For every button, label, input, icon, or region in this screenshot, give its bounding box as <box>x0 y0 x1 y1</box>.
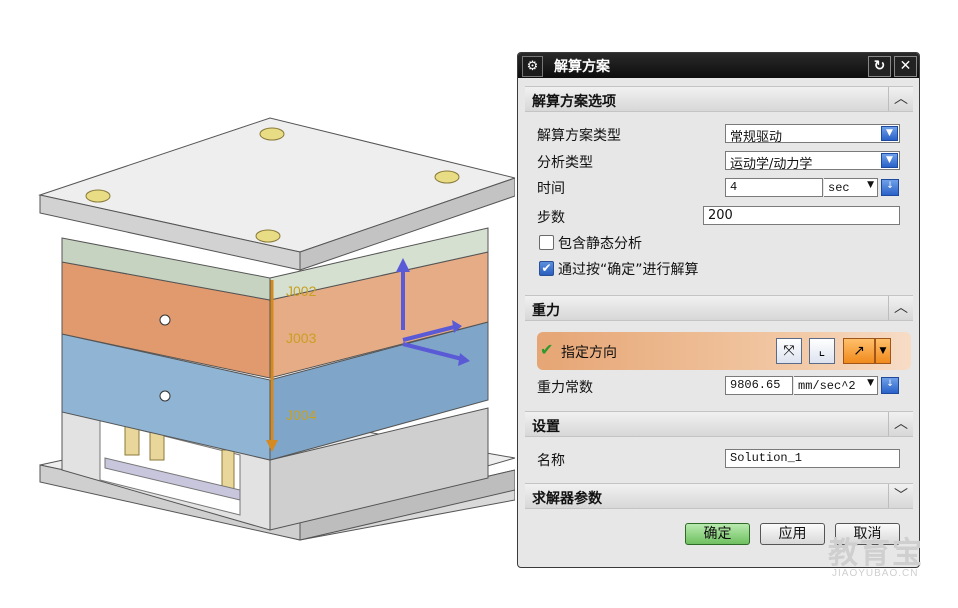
steps-label: 步数 <box>537 210 565 226</box>
section-header-solver-parameters[interactable]: 求解器参数 ﹀ <box>525 483 913 509</box>
solution-dialog: ⚙ 解算方案 ↻ ✕ 解算方案选项 ︿ 解算方案类型 常规驱动 ▼ 分析类型 运… <box>517 52 920 568</box>
small-dropdown-icon: ▼ <box>867 378 874 388</box>
steps-value: 200 <box>708 208 733 223</box>
solution-type-label: 解算方案类型 <box>537 128 621 144</box>
section-title-solver-parameters: 求解器参数 <box>532 491 602 507</box>
steps-input[interactable]: 200 <box>703 206 900 225</box>
dropdown-arrow-icon[interactable]: ▼ <box>881 153 898 168</box>
gravity-unit-select[interactable]: mm/sec^2 ▼ <box>794 376 878 395</box>
solution-type-select[interactable]: 常规驱动 ▼ <box>725 124 900 145</box>
section-header-settings[interactable]: 设置 ︿ <box>525 411 913 437</box>
static-analysis-label: 包含静态分析 <box>558 236 642 252</box>
dialog-title: 解算方案 <box>554 59 610 75</box>
apply-button[interactable]: 应用 <box>760 523 825 545</box>
analysis-type-select[interactable]: 运动学/动力学 ▼ <box>725 151 900 172</box>
static-analysis-checkbox[interactable] <box>539 235 554 250</box>
time-label: 时间 <box>537 181 565 197</box>
vector-dropdown-icon[interactable]: ▼ <box>875 338 891 364</box>
section-title-solution-options: 解算方案选项 <box>532 94 616 110</box>
chevron-up-icon[interactable]: ︿ <box>888 412 913 436</box>
chevron-down-icon[interactable]: ﹀ <box>888 484 913 508</box>
joint-label-j004: J004 <box>286 407 317 423</box>
time-unit-select[interactable]: sec ▼ <box>824 178 878 197</box>
mold-assembly-model <box>38 117 517 541</box>
3d-viewport[interactable]: J002 J003 J004 <box>0 0 517 604</box>
specify-direction-label: 指定方向 <box>561 345 617 361</box>
reset-icon[interactable]: ↻ <box>868 56 891 77</box>
vector-inference-icon[interactable]: ↗ <box>843 338 875 364</box>
time-input[interactable]: 4 <box>725 178 823 197</box>
reverse-direction-icon[interactable]: ⤧ <box>776 338 802 364</box>
gravity-unit-value: mm/sec^2 <box>798 379 856 393</box>
section-header-gravity[interactable]: 重力 ︿ <box>525 295 913 321</box>
expression-arrow-icon[interactable]: ↓ <box>881 179 899 196</box>
small-dropdown-icon: ▼ <box>867 180 874 190</box>
name-value: Solution_1 <box>730 451 803 465</box>
dropdown-arrow-icon[interactable]: ▼ <box>881 126 898 141</box>
solution-type-value: 常规驱动 <box>730 130 783 145</box>
solve-on-ok-label: 通过按“确定”进行解算 <box>558 262 699 278</box>
joint-label-j003: J003 <box>286 330 317 346</box>
chevron-up-icon[interactable]: ︿ <box>888 296 913 320</box>
gravity-constant-input[interactable]: 9806.65 <box>725 376 793 395</box>
gravity-constant-label: 重力常数 <box>537 380 593 396</box>
ok-button[interactable]: 确定 <box>685 523 750 545</box>
time-unit-value: sec <box>828 181 850 195</box>
analysis-type-label: 分析类型 <box>537 155 593 171</box>
vector-dialog-icon[interactable]: ⌞ <box>809 338 835 364</box>
gear-icon[interactable]: ⚙ <box>522 56 543 77</box>
dialog-titlebar: ⚙ 解算方案 ↻ ✕ <box>518 53 919 78</box>
section-title-settings: 设置 <box>532 419 560 435</box>
watermark-logo: 教育宝 <box>828 536 924 571</box>
section-header-solution-options[interactable]: 解算方案选项 ︿ <box>525 86 913 112</box>
analysis-type-value: 运动学/动力学 <box>730 157 813 172</box>
section-title-gravity: 重力 <box>532 303 560 319</box>
name-label: 名称 <box>537 453 565 469</box>
close-icon[interactable]: ✕ <box>894 56 917 77</box>
watermark-url: JIAOYUBAO.CN <box>832 568 919 579</box>
chevron-up-icon[interactable]: ︿ <box>888 87 913 111</box>
joint-label-j002: J002 <box>286 283 317 299</box>
checkmark-icon: ✔ <box>540 340 554 359</box>
solve-on-ok-checkbox[interactable]: ✔ <box>539 261 554 276</box>
gravity-constant-value: 9806.65 <box>730 378 781 392</box>
expression-arrow-icon[interactable]: ↓ <box>881 377 899 394</box>
time-value: 4 <box>730 180 738 194</box>
name-input[interactable]: Solution_1 <box>725 449 900 468</box>
